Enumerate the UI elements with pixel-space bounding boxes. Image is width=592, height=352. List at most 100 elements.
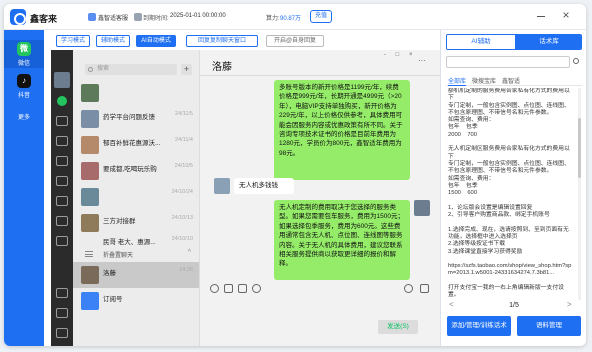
contacts-icon[interactable] — [56, 116, 68, 126]
avatar — [81, 136, 99, 154]
scrollbar[interactable] — [578, 88, 581, 300]
search-icon[interactable] — [573, 58, 579, 64]
search-icon[interactable] — [56, 216, 68, 226]
add-button[interactable]: + — [181, 64, 192, 75]
chat-date: 24/11/5 — [175, 111, 193, 117]
emoji-icon[interactable] — [210, 284, 219, 293]
settings-icon[interactable] — [56, 308, 68, 318]
chat-date: 24/10/10 — [171, 236, 193, 242]
chat-panel: 洛藤 - □ × ··· 多账号版本的新开价格是1199元/年，续费价格是999… — [200, 50, 440, 346]
moments-icon[interactable] — [56, 176, 68, 186]
script-search-input[interactable] — [446, 56, 570, 68]
folder-icon[interactable] — [224, 284, 233, 293]
video-icon[interactable] — [420, 284, 429, 293]
chat-date: 24/10/5 — [174, 163, 193, 169]
avatar — [81, 84, 99, 102]
search-icon — [88, 67, 93, 72]
platform-label: 抖音 — [17, 93, 30, 99]
platform-wechat[interactable]: 微 微信 — [4, 40, 44, 68]
collection-icon[interactable] — [56, 136, 68, 146]
library-subtabs: 全部库 微搜宝库 鑫智适 — [446, 76, 582, 86]
chat-icon[interactable] — [57, 96, 67, 106]
close-icon[interactable]: × — [560, 9, 572, 22]
clock-icon — [134, 13, 142, 21]
platform-label: 微信 — [17, 61, 30, 67]
folder-icon[interactable] — [56, 156, 68, 166]
menu-icon[interactable] — [56, 328, 68, 338]
ai-auto-mode-button[interactable]: AI自动模式 — [136, 35, 176, 47]
list-item-selected[interactable]: 洛藤 14:26 — [73, 262, 199, 288]
list-item[interactable]: 订阅号 — [73, 288, 199, 314]
message-bubble: 无人机多钱钱 — [234, 178, 294, 194]
phone-icon[interactable] — [404, 284, 413, 293]
panel-tabs: AI辅助 话术库 — [446, 34, 582, 50]
corpus-manage-button[interactable]: 语料管理 — [517, 316, 581, 336]
app-logo — [10, 9, 26, 25]
platform-more[interactable]: 更多 — [4, 112, 44, 124]
douyin-icon: ♪ — [17, 74, 31, 88]
avatar — [81, 266, 99, 284]
list-item[interactable]: 三方对接群 24/10/13 — [73, 210, 199, 236]
compute-value: 90.87万 — [280, 16, 302, 22]
subtab-xinzhishi[interactable]: 鑫智适 — [502, 76, 520, 85]
reply-copy-window-button[interactable]: 回复复制聊天窗口 — [186, 35, 258, 47]
learning-mode-button[interactable]: 学习模式 — [56, 35, 90, 47]
chat-history-icon[interactable] — [252, 284, 261, 293]
assistant-panel: AI辅助 话术库 全部库 微搜宝库 鑫智适 额机机定制的服务费用合家私有化方式的… — [440, 30, 586, 346]
list-item[interactable] — [73, 80, 199, 106]
wechat-icon: 微 — [17, 42, 31, 56]
title-bar: 鑫客来 鑫智适客服 到期时间: 2025-01-01 00:00:00 算力: … — [4, 4, 586, 30]
expire-label: 到期时间: — [143, 16, 169, 22]
platform-douyin[interactable]: ♪ 抖音 — [4, 74, 44, 102]
list-item[interactable]: 要成都,吃喝玩乐购 24/10/5 — [73, 158, 199, 184]
self-mention-reply-button[interactable]: 开启@自身回复 — [266, 35, 324, 47]
chat-list: 搜索 + 药学平台问题反馈 24/11/5 郁百补鲜花惠源沃... 24/11/… — [73, 50, 200, 346]
channels-icon[interactable] — [56, 196, 68, 206]
phone-icon[interactable] — [56, 288, 68, 298]
search-input[interactable]: 搜索 — [85, 64, 177, 75]
subtab-weisou[interactable]: 微搜宝库 — [472, 76, 496, 85]
page-indicator: 1/5 — [509, 302, 519, 309]
minimize-icon[interactable] — [536, 11, 546, 21]
more-icon[interactable]: ··· — [418, 56, 426, 65]
list-item[interactable]: 24/10/24 — [73, 184, 199, 210]
list-item[interactable]: 郁百补鲜花惠源沃... 24/11/4 — [73, 132, 199, 158]
avatar — [81, 110, 99, 128]
chat-header: 洛藤 - □ × ··· — [200, 50, 440, 76]
assist-mode-button[interactable]: 辅助模式 — [96, 35, 130, 47]
chat-date: 14:26 — [179, 267, 193, 273]
chevron-up-icon: ^ — [187, 249, 191, 256]
menu-icon — [85, 251, 93, 257]
avatar — [81, 292, 99, 310]
input-toolbar — [200, 282, 440, 296]
recharge-button[interactable]: 充值 — [310, 10, 332, 23]
miniprogram-icon[interactable] — [56, 236, 68, 246]
send-button[interactable]: 发送(S) — [378, 320, 418, 334]
list-item[interactable]: 民哥 老大、惠源... 24/10/10 — [73, 236, 199, 246]
tab-ai-assist[interactable]: AI辅助 — [447, 35, 515, 49]
chat-date: 24/11/4 — [175, 137, 193, 143]
avatar[interactable] — [54, 72, 70, 88]
chat-date: 24/10/13 — [171, 215, 193, 221]
tab-script-library[interactable]: 话术库 — [515, 35, 581, 49]
subtab-all[interactable]: 全部库 — [448, 76, 467, 86]
platform-sidebar: 微 微信 ♪ 抖音 更多 — [4, 30, 44, 346]
avatar — [214, 178, 230, 194]
version-label: 鑫智适客服 — [98, 16, 129, 22]
chat-name: 洛藤 — [103, 270, 116, 277]
script-content: 额机机定制的服务费用合家私有化方式的费用以下 专门定制，一般包含实例图、点位图、… — [448, 88, 572, 300]
manage-scripts-button[interactable]: 添加/管理/训练话术 — [447, 316, 511, 336]
list-item[interactable]: 药学平台问题反馈 24/11/5 — [73, 106, 199, 132]
folded-label: 折叠置聊天 — [103, 253, 134, 259]
window-controls[interactable]: - □ × — [384, 52, 416, 58]
folded-chats[interactable]: 折叠置聊天 ^ — [73, 247, 199, 261]
service-icon — [88, 13, 96, 21]
chat-name: 要成都,吃喝玩乐购 — [103, 166, 157, 173]
message-bubble: 多账号版本的新开价格是1199元/年，续费价格是999元/年，长期开通是4999… — [274, 80, 410, 180]
chat-title: 洛藤 — [212, 62, 232, 73]
chat-name: 郁百补鲜花惠源沃... — [103, 140, 161, 147]
avatar — [414, 200, 430, 216]
avatar — [81, 188, 99, 206]
next-page-button[interactable]: > — [567, 300, 572, 309]
scissors-icon[interactable] — [238, 284, 247, 293]
